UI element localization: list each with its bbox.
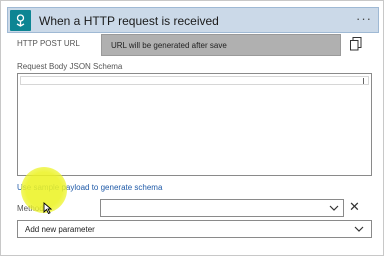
trigger-title: When a HTTP request is received	[39, 14, 219, 28]
method-label: Method	[17, 204, 44, 213]
json-schema-label: Request Body JSON Schema	[17, 62, 123, 71]
http-request-trigger-icon	[10, 10, 31, 31]
chevron-down-icon	[354, 226, 364, 232]
editor-line	[20, 76, 369, 85]
json-schema-editor[interactable]	[17, 73, 372, 176]
chevron-down-icon	[329, 205, 339, 211]
http-post-url-label: HTTP POST URL	[17, 39, 80, 48]
text-caret	[363, 78, 364, 84]
clear-method-button[interactable]: ✕	[349, 200, 361, 214]
trigger-header[interactable]: When a HTTP request is received ···	[7, 7, 379, 33]
trigger-card: When a HTTP request is received ··· HTTP…	[0, 0, 384, 256]
http-post-url-field: URL will be generated after save	[101, 34, 341, 56]
generate-schema-link[interactable]: Use sample payload to generate schema	[17, 183, 162, 192]
mouse-cursor-icon	[43, 202, 52, 214]
method-dropdown[interactable]	[100, 199, 344, 217]
add-new-parameter-label: Add new parameter	[25, 225, 95, 234]
http-post-url-value: URL will be generated after save	[111, 41, 227, 50]
copy-icon[interactable]	[350, 37, 362, 51]
more-options-icon[interactable]: ···	[356, 11, 372, 26]
add-new-parameter-dropdown[interactable]: Add new parameter	[17, 220, 372, 238]
